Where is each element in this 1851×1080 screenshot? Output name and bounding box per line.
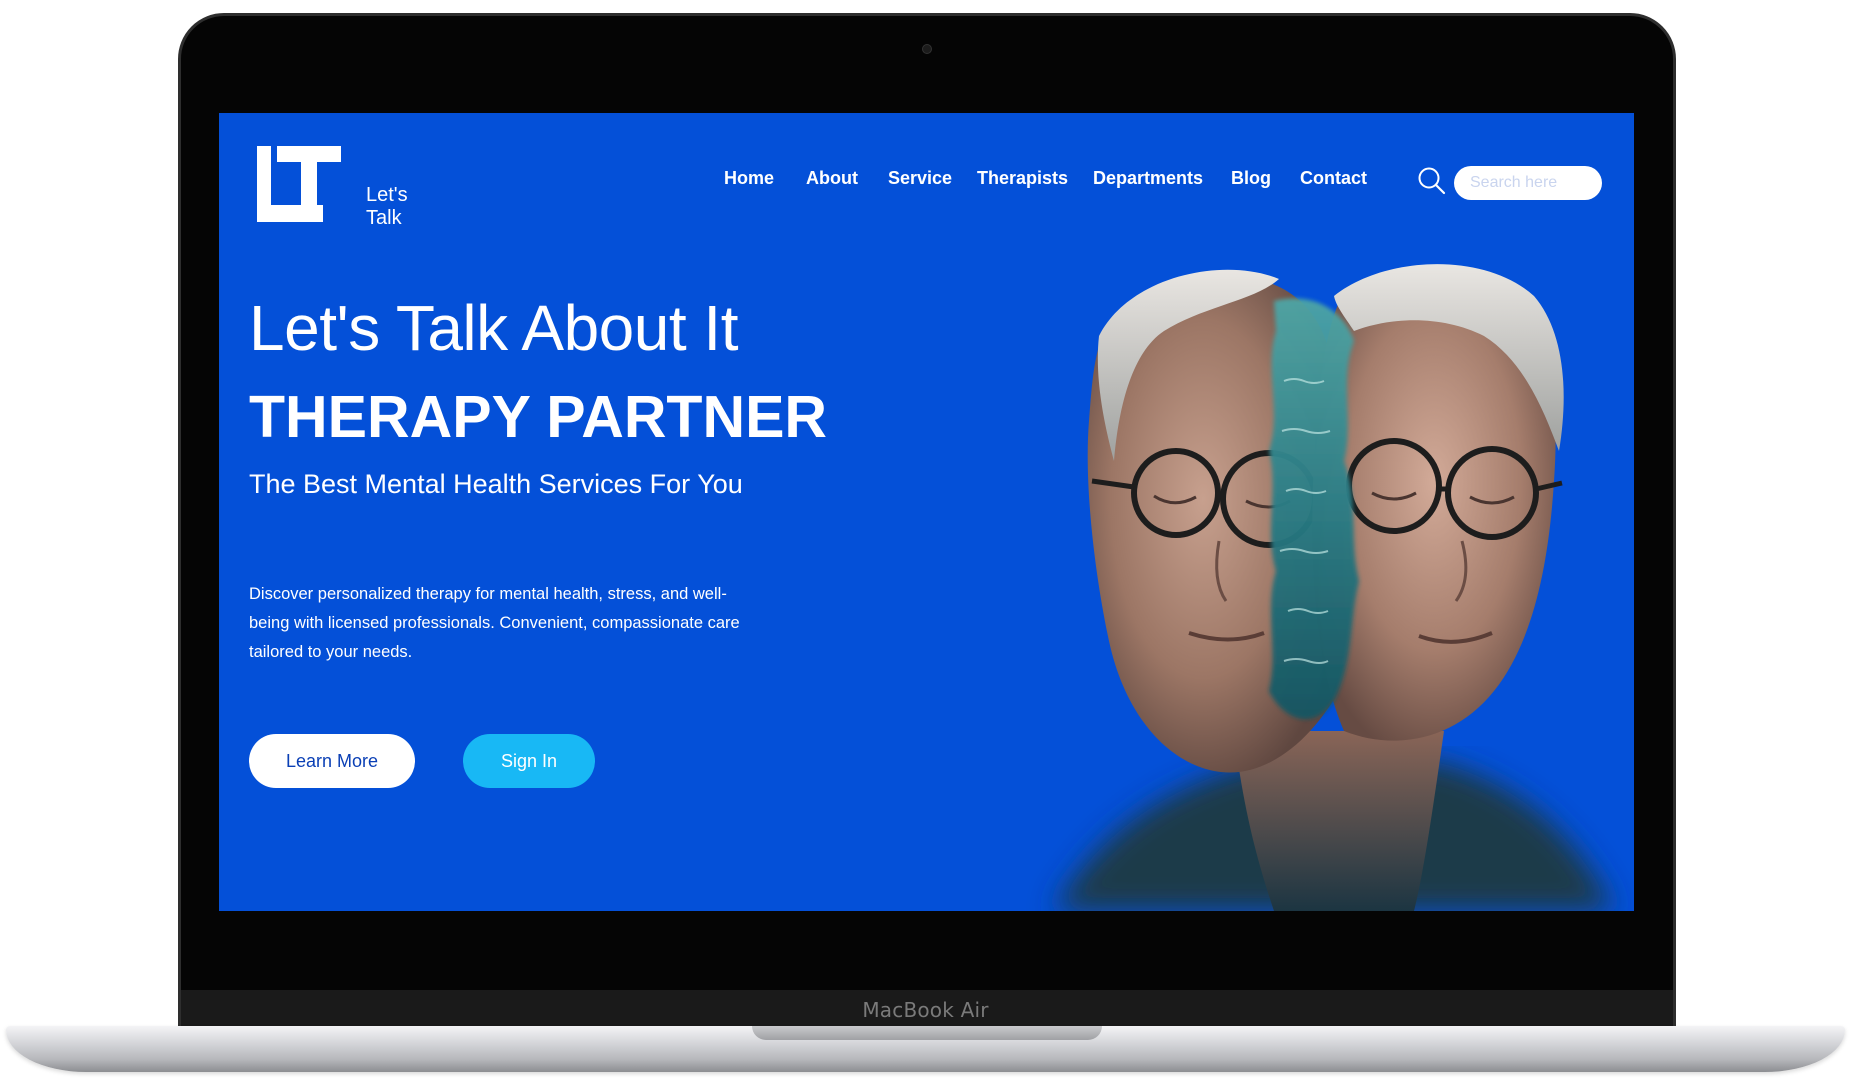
sign-in-button[interactable]: Sign In xyxy=(463,734,595,788)
nav-item-home[interactable]: Home xyxy=(724,168,774,189)
hero-description: Discover personalized therapy for mental… xyxy=(249,585,740,661)
nav-item-contact[interactable]: Contact xyxy=(1300,168,1367,189)
search-input[interactable] xyxy=(1454,166,1602,200)
hero-tagline: THERAPY PARTNER xyxy=(249,384,828,450)
laptop-notch xyxy=(752,1026,1102,1040)
website-screen: Let's Talk Home About Service Therapists… xyxy=(219,113,1634,911)
nav-item-blog[interactable]: Blog xyxy=(1231,168,1271,189)
nav-item-departments[interactable]: Departments xyxy=(1093,168,1203,189)
hero-image xyxy=(1054,264,1614,911)
search-icon[interactable] xyxy=(1417,166,1447,196)
nav-item-service[interactable]: Service xyxy=(888,168,952,189)
device-brand-label: MacBook Air xyxy=(862,998,989,1022)
nav-item-about[interactable]: About xyxy=(806,168,858,189)
learn-more-button[interactable]: Learn More xyxy=(249,734,415,788)
logo-text: Let's Talk xyxy=(366,184,408,229)
nav-item-therapists[interactable]: Therapists xyxy=(977,168,1068,189)
logo-mark-icon xyxy=(257,146,341,222)
camera-dot xyxy=(922,44,932,54)
hero-subheading: The Best Mental Health Services For You xyxy=(249,469,743,499)
hero-heading: Let's Talk About It xyxy=(249,292,738,364)
site-logo[interactable]: Let's Talk xyxy=(257,146,437,229)
